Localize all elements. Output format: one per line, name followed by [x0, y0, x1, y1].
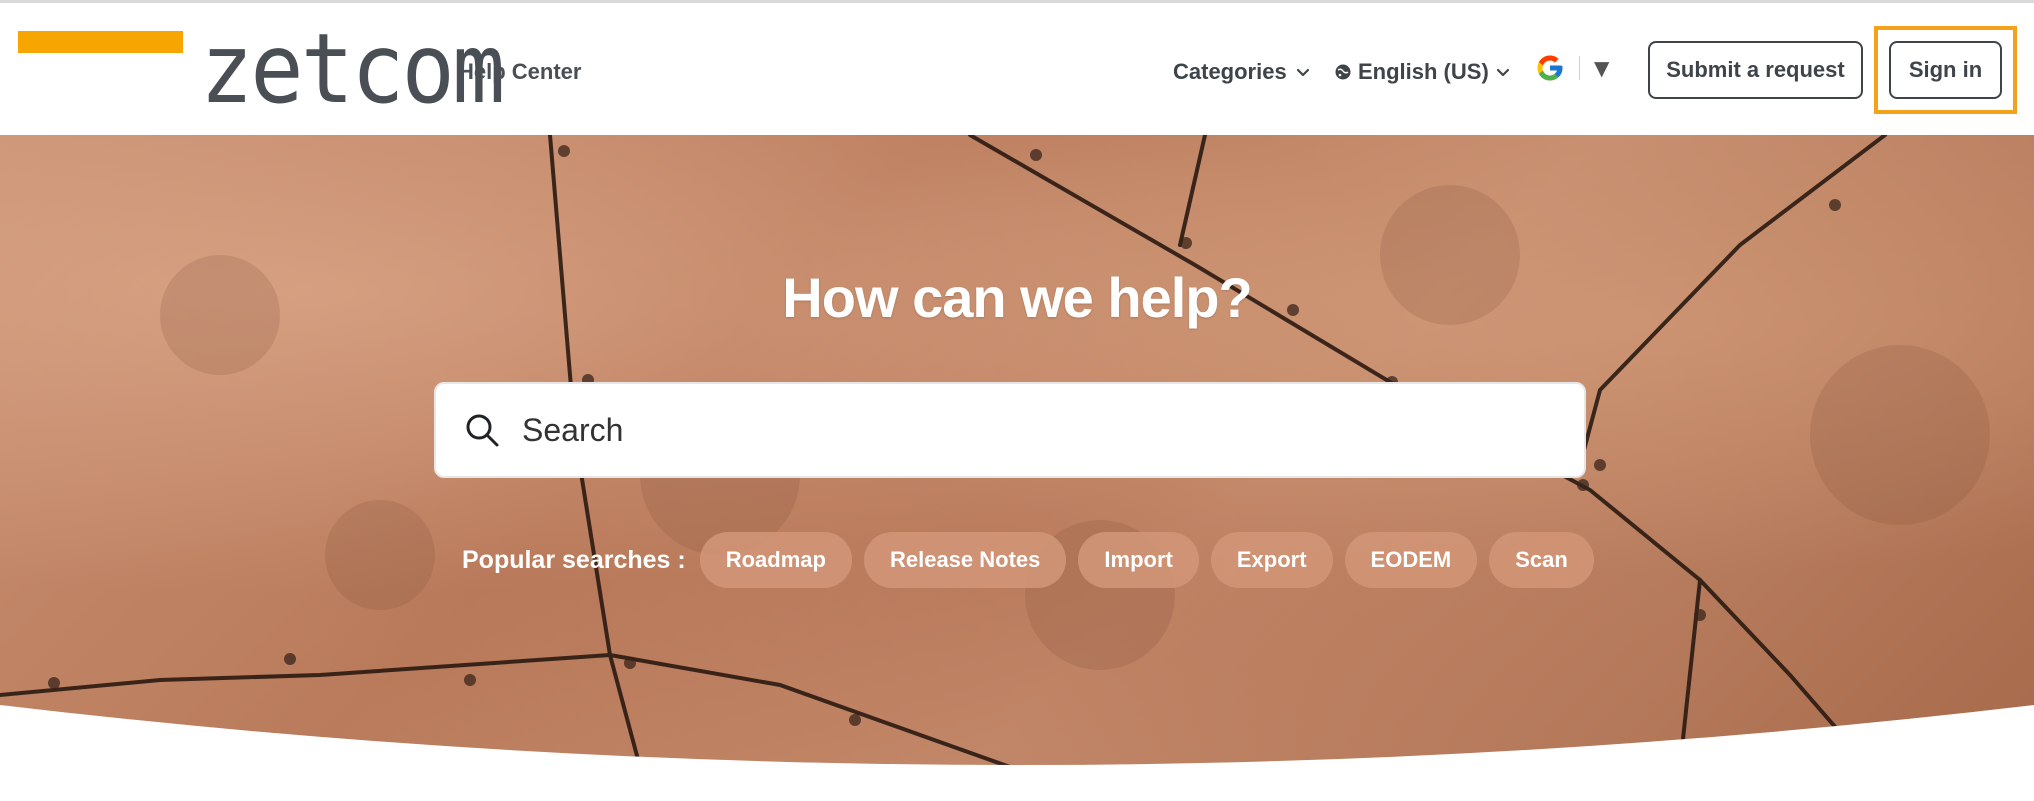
language-label: English (US) — [1358, 59, 1489, 84]
divider — [1579, 56, 1580, 80]
search-icon — [466, 414, 499, 447]
caret-down-icon[interactable]: ▼ — [1594, 56, 1609, 80]
google-icon — [1537, 55, 1563, 81]
categories-menu[interactable]: Categories — [1173, 59, 1311, 85]
logo-accent-bar — [18, 31, 183, 53]
sign-in-button[interactable]: Sign in — [1889, 41, 2002, 99]
help-center-label[interactable]: Help Center — [458, 59, 581, 85]
submit-request-button[interactable]: Submit a request — [1648, 41, 1863, 99]
globe-icon — [1335, 64, 1351, 80]
popular-search-chip[interactable]: Scan — [1489, 532, 1594, 588]
search-input[interactable] — [522, 411, 1572, 449]
chevron-down-icon — [1296, 68, 1309, 77]
google-translate-widget[interactable]: ▼ — [1535, 53, 1609, 83]
hero-title: How can we help? — [782, 266, 1252, 329]
popular-searches-label: Popular searches : — [462, 545, 686, 574]
popular-search-chip[interactable]: Roadmap — [699, 532, 852, 588]
chevron-down-icon — [1496, 68, 1509, 77]
popular-searches: Popular searches : Roadmap Release Notes… — [462, 532, 1606, 588]
popular-search-chip[interactable]: Release Notes — [863, 532, 1067, 588]
hero-banner: How can we help? Popular searches : Road… — [0, 135, 2034, 767]
popular-search-chip[interactable]: EODEM — [1344, 532, 1478, 588]
site-header: zetcom Help Center Categories English (U… — [0, 3, 2034, 135]
popular-search-chip[interactable]: Export — [1210, 532, 1333, 588]
search-bar[interactable] — [434, 382, 1586, 478]
categories-label: Categories — [1173, 59, 1287, 84]
language-selector[interactable]: English (US) — [1334, 59, 1511, 85]
popular-search-chip[interactable]: Import — [1078, 532, 1199, 588]
